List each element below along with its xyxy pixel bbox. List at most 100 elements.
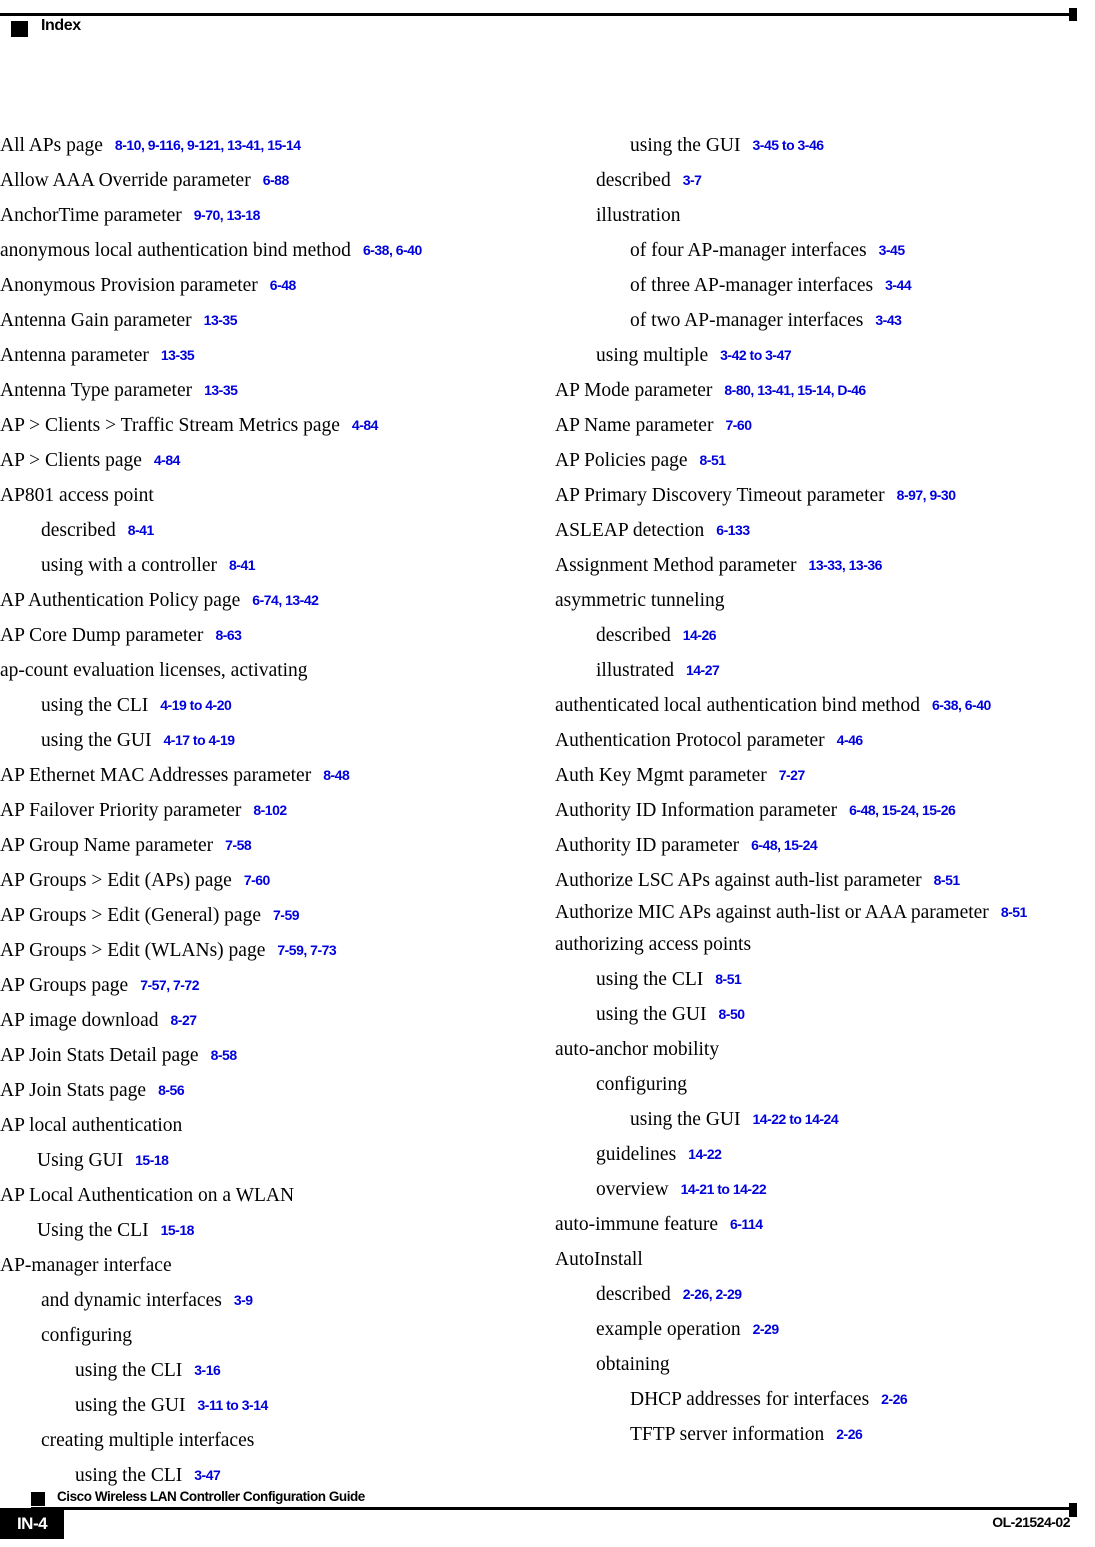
index-locator-link[interactable]: 2-26, 2-29 xyxy=(671,1286,742,1302)
index-locator-link[interactable]: 13-35 xyxy=(192,382,238,398)
index-locator-link[interactable]: 6-48, 15-24 xyxy=(739,837,818,853)
index-term: AP Primary Discovery Timeout parameter xyxy=(555,485,885,506)
index-term: using the GUI xyxy=(596,1004,707,1025)
page-title: Index xyxy=(41,17,81,34)
index-term: authenticated local authentication bind … xyxy=(555,695,920,716)
index-locator-link[interactable]: 8-51 xyxy=(688,452,727,468)
index-locator-link[interactable]: 7-60 xyxy=(232,872,271,888)
index-locator-link[interactable]: 7-27 xyxy=(767,767,806,783)
index-locator-link[interactable]: 8-51 xyxy=(703,971,742,987)
index-term: described xyxy=(41,520,116,541)
index-locator-link[interactable]: 9-70, 13-18 xyxy=(182,207,261,223)
index-locator-link[interactable]: 15-18 xyxy=(123,1152,169,1168)
index-locator-link[interactable]: 6-74, 13-42 xyxy=(240,592,319,608)
index-entry: AP Name parameter 7-60 xyxy=(555,408,1055,443)
index-locator-link[interactable]: 6-48, 15-24, 15-26 xyxy=(837,802,956,818)
index-term: of two AP-manager interfaces xyxy=(630,310,864,331)
index-locator-link[interactable]: 3-45 xyxy=(867,242,906,258)
index-entry: AP image download 8-27 xyxy=(0,1003,500,1038)
index-entry: AP Ethernet MAC Addresses parameter 8-48 xyxy=(0,758,500,793)
index-term: described xyxy=(596,625,671,646)
index-locator-link[interactable]: 8-58 xyxy=(199,1047,238,1063)
index-term: AP Policies page xyxy=(555,450,688,471)
index-term: TFTP server information xyxy=(630,1424,825,1445)
index-entry: Antenna Gain parameter 13-35 xyxy=(0,303,500,338)
index-locator-link[interactable]: 7-57, 7-72 xyxy=(128,977,199,993)
index-locator-link[interactable]: 2-29 xyxy=(741,1321,780,1337)
index-locator-link[interactable]: 8-27 xyxy=(159,1012,198,1028)
index-entry: ASLEAP detection 6-133 xyxy=(555,513,1055,548)
footer-bullet-square-icon xyxy=(31,1492,45,1506)
index-locator-link[interactable]: 8-80, 13-41, 15-14, D-46 xyxy=(712,382,866,398)
index-locator-link[interactable]: 8-63 xyxy=(203,627,242,643)
index-locator-link[interactable]: 13-33, 13-36 xyxy=(797,557,883,573)
index-entry: described 3-7 xyxy=(555,163,1055,198)
index-locator-link[interactable]: 8-102 xyxy=(241,802,287,818)
index-locator-link[interactable]: 14-27 xyxy=(674,662,720,678)
index-locator-link[interactable]: 3-11 to 3-14 xyxy=(186,1397,269,1413)
index-term: described xyxy=(596,1284,671,1305)
index-locator-link[interactable]: 8-56 xyxy=(146,1082,185,1098)
index-locator-link[interactable]: 14-26 xyxy=(671,627,717,643)
index-locator-link[interactable]: 6-48 xyxy=(258,277,297,293)
index-entry: AutoInstall xyxy=(555,1242,1055,1277)
index-term: authorizing access points xyxy=(555,934,752,955)
index-locator-link[interactable]: 3-44 xyxy=(873,277,912,293)
index-locator-link[interactable]: 4-84 xyxy=(142,452,181,468)
index-locator-link[interactable]: 8-10, 9-116, 9-121, 13-41, 15-14 xyxy=(103,137,301,153)
index-locator-link[interactable]: 6-114 xyxy=(718,1216,763,1232)
index-locator-link[interactable]: 3-42 to 3-47 xyxy=(708,347,792,363)
index-locator-link[interactable]: 7-60 xyxy=(713,417,752,433)
index-entry: Antenna Type parameter 13-35 xyxy=(0,373,500,408)
index-locator-link[interactable]: 3-43 xyxy=(863,312,902,328)
index-entry: overview 14-21 to 14-22 xyxy=(555,1172,1055,1207)
index-entry: AP Join Stats page 8-56 xyxy=(0,1073,500,1108)
index-locator-link[interactable]: 6-133 xyxy=(704,522,750,538)
index-locator-link[interactable]: 3-45 to 3-46 xyxy=(741,137,825,153)
index-term: AP > Clients page xyxy=(0,450,142,471)
index-locator-link[interactable]: 14-21 to 14-22 xyxy=(669,1181,767,1197)
index-locator-link[interactable]: 8-51 xyxy=(922,872,961,888)
index-locator-link[interactable]: 3-7 xyxy=(671,172,702,188)
index-locator-link[interactable]: 6-38, 6-40 xyxy=(351,242,422,258)
index-locator-link[interactable]: 8-51 xyxy=(989,904,1028,920)
index-locator-link[interactable]: 15-18 xyxy=(149,1222,195,1238)
index-locator-link[interactable]: 4-84 xyxy=(340,417,379,433)
index-locator-link[interactable]: 8-48 xyxy=(311,767,350,783)
index-locator-link[interactable]: 14-22 xyxy=(676,1146,722,1162)
index-locator-link[interactable]: 4-19 to 4-20 xyxy=(148,697,232,713)
index-locator-link[interactable]: 7-59, 7-73 xyxy=(265,942,336,958)
index-entry: and dynamic interfaces 3-9 xyxy=(0,1283,500,1318)
index-locator-link[interactable]: 2-26 xyxy=(869,1391,908,1407)
index-locator-link[interactable]: 7-58 xyxy=(213,837,252,853)
index-term: Antenna parameter xyxy=(0,345,149,366)
index-locator-link[interactable]: 8-50 xyxy=(707,1006,746,1022)
index-locator-link[interactable]: 8-97, 9-30 xyxy=(885,487,956,503)
index-locator-link[interactable]: 4-46 xyxy=(825,732,864,748)
index-locator-link[interactable]: 13-35 xyxy=(149,347,195,363)
index-locator-link[interactable]: 8-41 xyxy=(116,522,155,538)
index-locator-link[interactable]: 7-59 xyxy=(261,907,300,923)
index-term: All APs page xyxy=(0,135,103,156)
index-locator-link[interactable]: 6-38, 6-40 xyxy=(920,697,991,713)
index-entry: Auth Key Mgmt parameter 7-27 xyxy=(555,758,1055,793)
index-locator-link[interactable]: 3-16 xyxy=(182,1362,221,1378)
index-locator-link[interactable]: 3-9 xyxy=(222,1292,253,1308)
index-term: AP Local Authentication on a WLAN xyxy=(0,1185,295,1206)
index-term: and dynamic interfaces xyxy=(41,1290,222,1311)
index-locator-link[interactable]: 8-41 xyxy=(217,557,256,573)
index-entry: obtaining xyxy=(555,1347,1055,1382)
index-entry: guidelines 14-22 xyxy=(555,1137,1055,1172)
index-term: DHCP addresses for interfaces xyxy=(630,1389,870,1410)
footer-page-number: IN-4 xyxy=(16,1514,48,1533)
index-term: AP Groups > Edit (APs) page xyxy=(0,870,232,891)
index-column-right: using the GUI 3-45 to 3-46 described 3-7 ill… xyxy=(555,128,1055,1452)
index-locator-link[interactable]: 6-88 xyxy=(251,172,290,188)
index-entry: described 8-41 xyxy=(0,513,500,548)
index-locator-link[interactable]: 4-17 to 4-19 xyxy=(152,732,236,748)
index-locator-link[interactable]: 14-22 to 14-24 xyxy=(741,1111,839,1127)
index-term: using the GUI xyxy=(630,1109,741,1130)
index-term: of three AP-manager interfaces xyxy=(630,275,874,296)
index-locator-link[interactable]: 2-26 xyxy=(824,1426,863,1442)
index-locator-link[interactable]: 13-35 xyxy=(192,312,238,328)
